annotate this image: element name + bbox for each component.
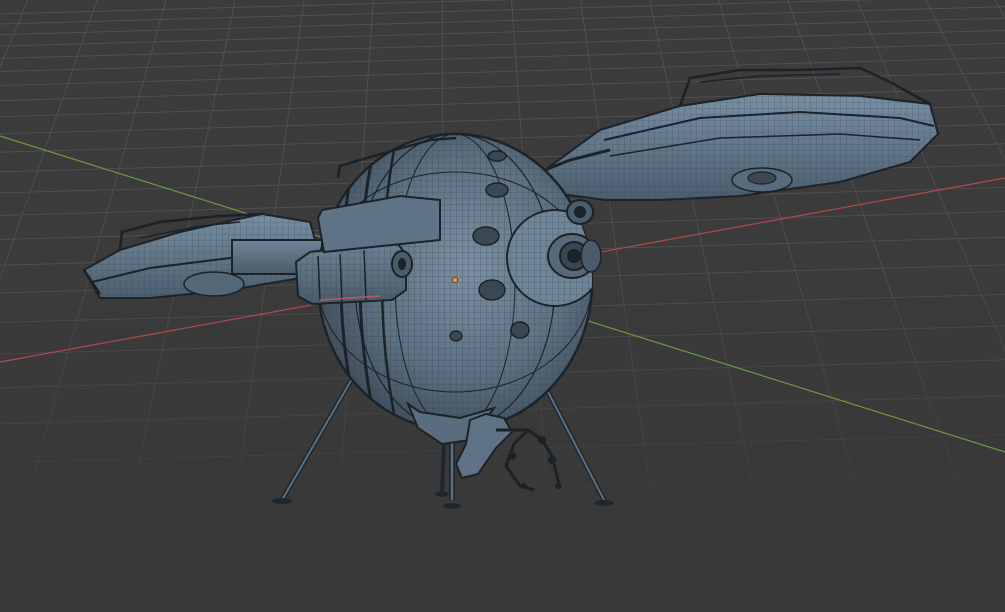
upper-lens — [566, 199, 594, 225]
porthole — [478, 279, 506, 301]
porthole — [472, 226, 500, 246]
3d-viewport[interactable] — [0, 0, 1005, 612]
porthole — [487, 150, 507, 162]
viewport-scene[interactable] — [0, 0, 1005, 612]
porthole — [485, 182, 509, 198]
porthole — [449, 330, 463, 342]
object-origin-dot — [452, 277, 458, 283]
porthole — [510, 321, 530, 339]
camera-lens — [547, 233, 602, 279]
